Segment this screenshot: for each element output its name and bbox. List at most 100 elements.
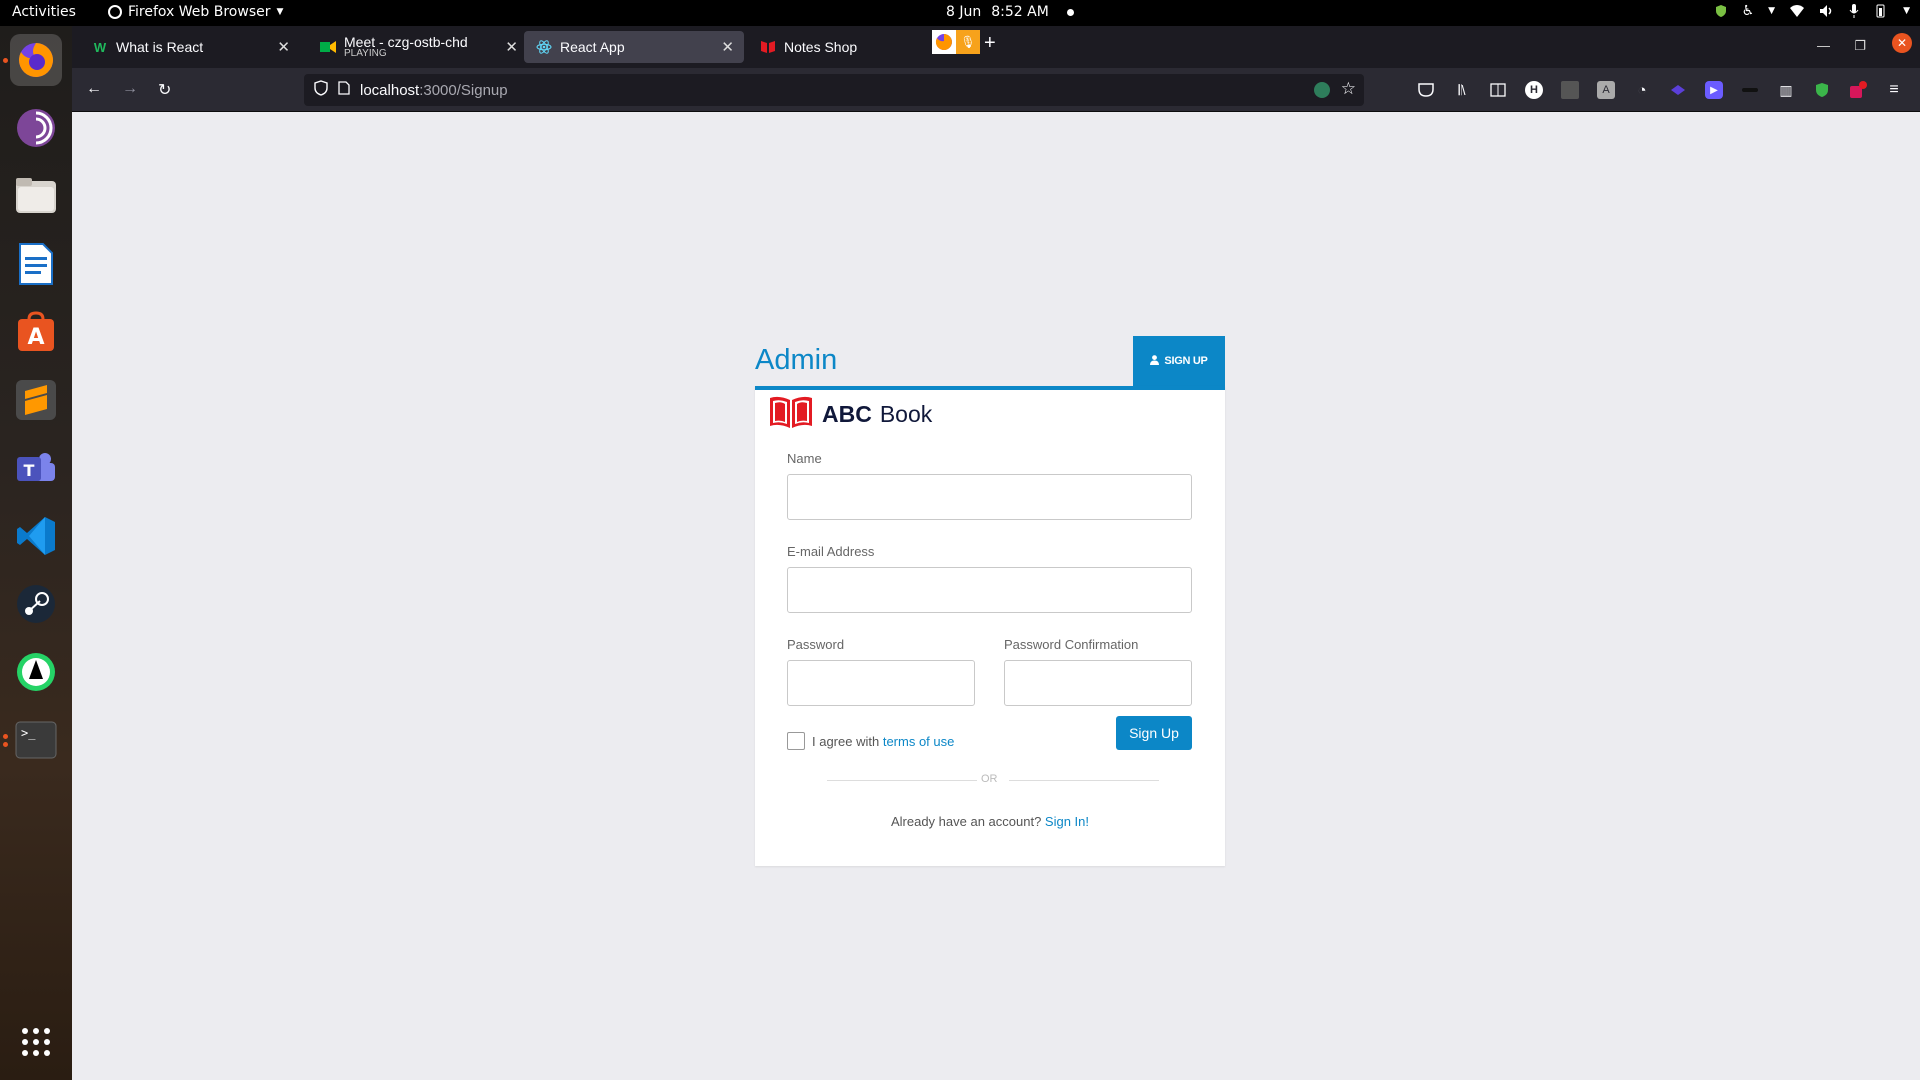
svg-text:T: T bbox=[24, 461, 35, 480]
pocket-icon[interactable] bbox=[1417, 81, 1435, 99]
battery-icon[interactable] bbox=[1873, 4, 1889, 18]
signup-tab-label: SIGN UP bbox=[1164, 355, 1208, 367]
a-extension-icon[interactable]: A bbox=[1597, 81, 1615, 99]
w-icon: W bbox=[93, 39, 107, 55]
brand-name-light: Book bbox=[879, 401, 933, 427]
wifi-icon[interactable] bbox=[1789, 4, 1805, 18]
chevron-down-icon: ▼ bbox=[1768, 6, 1776, 16]
microphone-icon[interactable]: 🎙 bbox=[956, 30, 980, 54]
dark-extension-icon[interactable] bbox=[1741, 81, 1759, 99]
translate-icon[interactable] bbox=[1314, 82, 1330, 98]
page-scrollbar[interactable] bbox=[1908, 112, 1920, 1080]
activities-button[interactable]: Activities bbox=[12, 4, 76, 20]
tab-playing-label: PLAYING bbox=[344, 47, 387, 59]
new-tab-button[interactable]: + bbox=[984, 32, 996, 55]
restore-icon[interactable]: ❐ bbox=[1854, 38, 1866, 54]
page-info-icon[interactable] bbox=[338, 81, 350, 99]
terms-agreement: I agree with terms of use bbox=[812, 734, 954, 749]
tab-notes-shop[interactable]: Notes Shop bbox=[748, 31, 928, 63]
teams-icon[interactable]: T bbox=[10, 442, 62, 494]
url-bar[interactable]: localhost:3000/Signup ☆ bbox=[304, 74, 1364, 106]
agree-text: I agree with bbox=[812, 734, 880, 749]
book-icon bbox=[760, 39, 776, 55]
password-label: Password bbox=[787, 637, 845, 652]
bookmark-star-icon[interactable]: ☆ bbox=[1341, 79, 1356, 99]
tor-browser-icon[interactable] bbox=[10, 102, 62, 154]
whatsapp-icon[interactable] bbox=[10, 646, 62, 698]
grid-extension-icon[interactable] bbox=[1561, 81, 1579, 99]
or-divider-text: OR bbox=[981, 773, 998, 785]
h-extension-icon[interactable]: H bbox=[1525, 81, 1543, 99]
ubuntu-software-icon[interactable]: A bbox=[10, 306, 62, 358]
show-apps-icon[interactable] bbox=[10, 1016, 62, 1068]
tab-what-is-react[interactable]: W What is React ✕ bbox=[80, 31, 300, 63]
close-icon[interactable]: ✕ bbox=[721, 38, 734, 56]
signin-prompt: Already have an account? Sign In! bbox=[755, 814, 1225, 829]
sublime-text-icon[interactable] bbox=[10, 374, 62, 426]
firefox-small-icon bbox=[108, 5, 122, 19]
signin-link[interactable]: Sign In! bbox=[1045, 814, 1089, 829]
signup-card: ABC Book Name E-mail Address Password Pa… bbox=[755, 386, 1225, 866]
purple-extension-icon[interactable] bbox=[1669, 81, 1687, 99]
reload-icon[interactable]: ↻ bbox=[158, 80, 171, 100]
tab-react-app[interactable]: React App ✕ bbox=[524, 31, 744, 63]
libreoffice-writer-icon[interactable] bbox=[10, 238, 62, 290]
email-label: E-mail Address bbox=[787, 544, 875, 559]
back-icon[interactable]: ← bbox=[86, 80, 102, 98]
close-window-button[interactable]: ✕ bbox=[1892, 33, 1912, 53]
tab-title-group: Meet - czg-ostb-chd PLAYING bbox=[344, 35, 468, 59]
tab-meet[interactable]: Meet - czg-ostb-chd PLAYING ✕ bbox=[308, 31, 528, 63]
date-label: 8 Jun bbox=[946, 4, 982, 20]
app-menu[interactable]: Firefox Web Browser ▼ bbox=[108, 4, 283, 20]
pinned-extension-icons: 🎙 bbox=[932, 30, 980, 54]
name-input[interactable] bbox=[787, 474, 1192, 520]
brand-logo: ABC Book bbox=[768, 394, 932, 435]
signup-button[interactable]: Sign Up bbox=[1116, 716, 1192, 750]
firefox-icon[interactable] bbox=[10, 34, 62, 86]
reader-view-icon[interactable] bbox=[1489, 81, 1507, 99]
vscode-icon[interactable] bbox=[10, 510, 62, 562]
red-extension-icon[interactable] bbox=[1849, 81, 1867, 99]
volume-icon[interactable] bbox=[1819, 4, 1835, 18]
close-icon[interactable]: ✕ bbox=[505, 38, 518, 56]
svg-text:>_: >_ bbox=[21, 726, 36, 740]
signup-tab[interactable]: SIGN UP bbox=[1133, 336, 1225, 386]
cookie-icon[interactable]: ◔ bbox=[1633, 81, 1651, 99]
page-title: Admin bbox=[755, 344, 838, 376]
firefox-icon[interactable] bbox=[932, 30, 956, 54]
app-menu-label: Firefox Web Browser bbox=[128, 4, 271, 20]
accessibility-icon[interactable]: ♿ bbox=[1742, 3, 1755, 19]
password-confirmation-input[interactable] bbox=[1004, 660, 1192, 706]
shield-icon[interactable] bbox=[1714, 4, 1728, 18]
terms-of-use-link[interactable]: terms of use bbox=[883, 734, 955, 749]
steam-icon[interactable] bbox=[10, 578, 62, 630]
email-input[interactable] bbox=[787, 567, 1192, 613]
url-host: localhost bbox=[360, 81, 420, 99]
navigation-toolbar: ← → ↻ localhost:3000/Signup ☆ 𝄃\ H A ◔ ▶… bbox=[72, 68, 1920, 112]
library-icon[interactable]: 𝄃\ bbox=[1453, 81, 1471, 99]
chevron-down-icon: ▼ bbox=[276, 7, 284, 17]
files-icon[interactable] bbox=[10, 170, 62, 222]
brand-name-bold: ABC bbox=[822, 401, 872, 427]
tab-title: React App bbox=[560, 39, 625, 55]
barcode-extension-icon[interactable]: ▥ bbox=[1777, 81, 1795, 99]
page-viewport: Admin SIGN UP ABC Book Name E-mail Addre… bbox=[72, 112, 1920, 1080]
tracking-shield-icon[interactable] bbox=[314, 80, 328, 100]
tab-strip: W What is React ✕ Meet - czg-ostb-chd PL… bbox=[72, 26, 1920, 68]
video-extension-icon[interactable]: ▶ bbox=[1705, 81, 1723, 99]
terminal-icon[interactable]: >_ bbox=[10, 714, 62, 766]
microphone-icon[interactable] bbox=[1849, 4, 1859, 18]
hamburger-menu-icon[interactable]: ≡ bbox=[1885, 81, 1903, 99]
minimize-icon[interactable]: — bbox=[1817, 38, 1830, 53]
terms-checkbox[interactable] bbox=[787, 732, 805, 750]
react-icon bbox=[536, 39, 552, 55]
forward-icon[interactable]: → bbox=[122, 80, 138, 98]
book-logo-icon bbox=[768, 394, 814, 435]
system-top-bar: Activities Firefox Web Browser ▼ 8 Jun 8… bbox=[0, 0, 1920, 26]
password-input[interactable] bbox=[787, 660, 975, 706]
close-icon[interactable]: ✕ bbox=[277, 38, 290, 56]
clock[interactable]: 8 Jun 8:52 AM bbox=[946, 4, 1074, 20]
already-account-text: Already have an account? bbox=[890, 814, 1042, 829]
green-shield-icon[interactable] bbox=[1813, 81, 1831, 99]
system-tray[interactable]: ♿ ▼ ▼ bbox=[1714, 3, 1910, 19]
